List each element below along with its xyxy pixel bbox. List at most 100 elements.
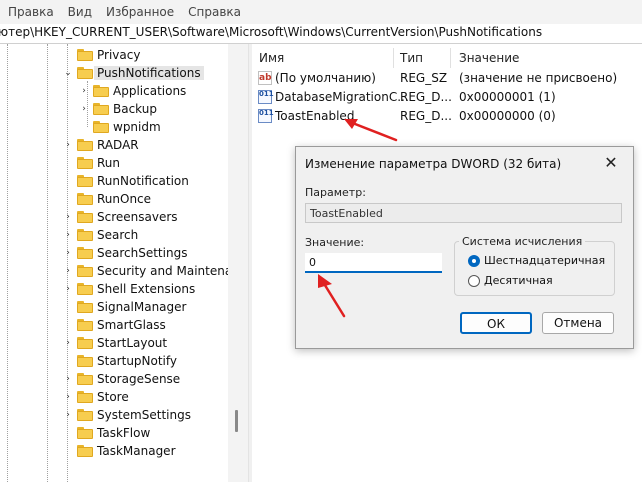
column-divider[interactable]	[450, 48, 451, 68]
value-name: DatabaseMigrationC...	[275, 90, 409, 104]
cancel-button[interactable]: Отмена	[542, 312, 614, 334]
value-row[interactable]: 011 DatabaseMigrationC... REG_D... 0x000…	[252, 89, 642, 108]
folder-icon	[77, 265, 93, 277]
tree-scrollbar-thumb[interactable]	[235, 410, 238, 432]
column-header-name[interactable]: Имя	[259, 44, 284, 72]
tree-item-shell-extensions[interactable]: › Shell Extensions	[63, 280, 195, 298]
tree-item-systemsettings[interactable]: › SystemSettings	[63, 406, 191, 424]
tree-item-startupnotify[interactable]: StartupNotify	[77, 352, 177, 370]
column-header-data[interactable]: Значение	[459, 44, 519, 72]
tree-item-wpnidm[interactable]: wpnidm	[93, 118, 161, 136]
registry-tree[interactable]: Privacy ⌄ PushNotifications › Applicatio…	[0, 44, 249, 482]
value-row[interactable]: 011 ToastEnabled REG_D... 0x00000000 (0)	[252, 108, 642, 127]
chevron-right-icon[interactable]: ›	[63, 374, 73, 384]
tree-item-backup[interactable]: › Backup	[79, 100, 157, 118]
menu-help[interactable]: Справка	[181, 0, 248, 24]
tree-item-searchsettings[interactable]: › SearchSettings	[63, 244, 187, 262]
folder-icon	[77, 49, 93, 61]
radio-unselected-icon[interactable]	[468, 274, 480, 287]
tree-item-taskflow[interactable]: TaskFlow	[77, 424, 150, 442]
radix-label: Система исчисления	[459, 235, 586, 248]
radio-decimal[interactable]: Десятичная	[468, 274, 553, 287]
tree-item-startlayout[interactable]: › StartLayout	[63, 334, 167, 352]
tree-item-privacy[interactable]: Privacy	[77, 46, 140, 64]
folder-icon	[77, 373, 93, 385]
tree-item-screensavers[interactable]: › Screensavers	[63, 208, 177, 226]
value-name: ToastEnabled	[275, 109, 355, 123]
tree-item-storagesense[interactable]: › StorageSense	[63, 370, 180, 388]
dialog-body: Параметр: ToastEnabled Значение: Система…	[296, 180, 633, 348]
address-bar[interactable]: ютер\HKEY_CURRENT_USER\Software\Microsof…	[0, 24, 642, 44]
dialog-title: Изменение параметра DWORD (32 бита)	[305, 157, 562, 171]
edit-dword-dialog: Изменение параметра DWORD (32 бита) ✕ Па…	[295, 146, 634, 349]
reg-sz-icon: ab	[258, 71, 272, 85]
folder-icon	[77, 175, 93, 187]
tree-item-runonce[interactable]: RunOnce	[77, 190, 151, 208]
folder-icon	[77, 193, 93, 205]
param-name-field: ToastEnabled	[305, 203, 622, 223]
tree-item-runnotification[interactable]: RunNotification	[77, 172, 189, 190]
tree-item-radar[interactable]: › RADAR	[63, 136, 138, 154]
folder-icon	[77, 283, 93, 295]
value-data: 0x00000001 (1)	[459, 90, 556, 104]
chevron-right-icon[interactable]: ›	[79, 104, 89, 114]
tree-scrollbar[interactable]	[228, 44, 248, 482]
folder-icon	[77, 391, 93, 403]
tree-item-security-and-maintenance[interactable]: › Security and Maintenanc	[63, 262, 246, 280]
radio-hex[interactable]: Шестнадцатеричная	[468, 254, 605, 267]
tree-item-store[interactable]: › Store	[63, 388, 129, 406]
value-input[interactable]	[305, 253, 442, 273]
chevron-right-icon[interactable]: ›	[79, 86, 89, 96]
menu-edit[interactable]: Правка	[0, 0, 61, 24]
chevron-right-icon[interactable]: ›	[63, 410, 73, 420]
folder-icon	[77, 427, 93, 439]
tree-item-signalmanager[interactable]: SignalManager	[77, 298, 186, 316]
folder-icon	[77, 139, 93, 151]
chevron-right-icon[interactable]: ›	[63, 248, 73, 258]
folder-icon	[93, 121, 109, 133]
tree-item-smartglass[interactable]: SmartGlass	[77, 316, 166, 334]
ok-button[interactable]: ОК	[460, 312, 532, 334]
tree-item-run[interactable]: Run	[77, 154, 120, 172]
close-icon[interactable]: ✕	[598, 151, 624, 175]
param-label: Параметр:	[305, 186, 366, 199]
value-row[interactable]: ab (По умолчанию) REG_SZ (значение не пр…	[252, 70, 642, 89]
address-path[interactable]: ютер\HKEY_CURRENT_USER\Software\Microsof…	[0, 25, 542, 39]
folder-icon	[93, 103, 109, 115]
radio-selected-icon[interactable]	[468, 254, 480, 267]
folder-icon	[77, 247, 93, 259]
folder-open-icon	[77, 67, 93, 79]
chevron-right-icon[interactable]: ›	[63, 140, 73, 150]
chevron-down-icon[interactable]: ⌄	[63, 68, 73, 78]
folder-icon	[77, 355, 93, 367]
tree-item-search[interactable]: › Search	[63, 226, 138, 244]
folder-icon	[77, 157, 93, 169]
column-header-type[interactable]: Тип	[400, 44, 423, 72]
chevron-right-icon[interactable]: ›	[63, 230, 73, 240]
tree-item-applications[interactable]: › Applications	[79, 82, 186, 100]
folder-icon	[77, 211, 93, 223]
menu-view[interactable]: Вид	[61, 0, 99, 24]
tree-guide-line	[47, 44, 48, 482]
chevron-right-icon[interactable]: ›	[63, 266, 73, 276]
reg-dword-icon: 011	[258, 90, 274, 104]
folder-icon	[77, 319, 93, 331]
folder-icon	[77, 409, 93, 421]
value-type: REG_D...	[400, 109, 452, 123]
tree-item-taskmanager[interactable]: TaskManager	[77, 442, 176, 460]
value-data: (значение не присвоено)	[459, 71, 618, 85]
menu-favorites[interactable]: Избранное	[99, 0, 181, 24]
chevron-right-icon[interactable]: ›	[63, 338, 73, 348]
reg-dword-icon: 011	[258, 109, 274, 123]
radix-group	[454, 241, 615, 296]
tree-item-pushnotifications[interactable]: ⌄ PushNotifications	[63, 64, 204, 82]
chevron-right-icon[interactable]: ›	[63, 392, 73, 402]
folder-icon	[93, 85, 109, 97]
chevron-right-icon[interactable]: ›	[63, 284, 73, 294]
folder-icon	[77, 445, 93, 457]
tree-guide-line	[7, 44, 8, 482]
chevron-right-icon[interactable]: ›	[63, 212, 73, 222]
column-divider[interactable]	[393, 48, 394, 68]
value-label: Значение:	[305, 236, 365, 249]
menu-bar: Правка Вид Избранное Справка	[0, 0, 642, 24]
